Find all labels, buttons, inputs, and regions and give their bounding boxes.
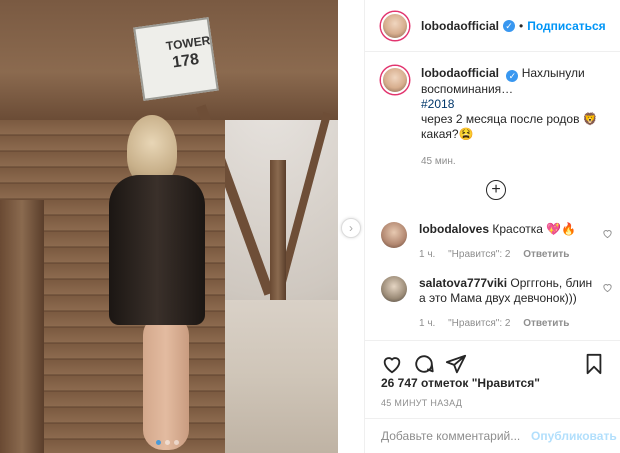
post-side-panel: lobodaofficial ✓ • Подписаться lobodaoff… [364,0,620,453]
photo-person [105,115,215,453]
like-button[interactable] [381,353,403,375]
share-button[interactable] [445,353,467,375]
person-legs [143,315,189,450]
carousel-dot [165,440,170,445]
comment-text: Красотка 💖🔥 [492,222,577,236]
post-actions-bar [365,340,620,375]
add-comment-bar: Опубликовать [365,418,620,453]
person-jacket [109,175,205,325]
comment-like-button[interactable] [601,282,613,294]
author-username[interactable]: lobodaofficial [421,19,499,33]
caption-line2: через 2 месяца после родов 🦁 [421,112,598,126]
photo-post [270,160,286,300]
chevron-right-icon: › [349,221,353,235]
comment-likes[interactable]: "Нравится": 2 [448,318,510,329]
share-icon [445,354,467,374]
verified-icon: ✓ [503,19,515,32]
caption-username[interactable]: lobodaofficial [421,66,499,80]
comment-reply-button[interactable]: Ответить [523,249,569,260]
plus-circle-icon: + [491,181,501,198]
comment-username[interactable]: salatova777viki [419,276,507,290]
comment-reply-button[interactable]: Ответить [523,318,569,329]
comment-avatar[interactable] [381,276,407,302]
carousel-dot-active [156,440,161,445]
comment-item: salatova777viki Оргггонь, блин а это Мам… [381,276,613,331]
comment-body: lobodaloves Красотка 💖🔥 1 ч. "Нравится":… [419,222,595,262]
post-photo[interactable]: TOWER 178 [0,0,338,453]
caption-text: lobodaofficial ✓ Нахлынули воспоминания…… [421,66,611,169]
header-separator: • [519,18,524,33]
post-timestamp[interactable]: 45 МИНУТ НАЗАД [381,398,462,408]
heart-icon [383,357,401,374]
load-more-comments-button[interactable]: + [486,180,506,200]
comment-likes[interactable]: "Нравится": 2 [448,249,510,260]
heart-icon [602,230,612,239]
post-caption: lobodaofficial ✓ Нахлынули воспоминания…… [381,66,611,169]
caption-avatar[interactable] [381,66,409,94]
comment-meta: 1 ч. "Нравится": 2 Ответить [419,316,595,331]
caption-line3: какая?😫 [421,127,474,141]
comment-meta: 1 ч. "Нравится": 2 Ответить [419,247,595,262]
sign-text-tower: TOWER [165,33,212,54]
heart-icon [602,284,612,293]
photo-post [0,200,44,453]
carousel-dot [174,440,179,445]
carousel-dots [156,440,179,445]
caption-hashtag[interactable]: #2018 [421,97,611,112]
verified-icon: ✓ [506,70,519,82]
comment-input[interactable] [381,429,531,443]
next-photo-button[interactable]: › [341,218,361,238]
sign-text-number: 178 [171,50,201,72]
publish-button[interactable]: Опубликовать [531,429,617,443]
comment-item: lobodaloves Красотка 💖🔥 1 ч. "Нравится":… [381,222,613,262]
post-header: lobodaofficial ✓ • Подписаться [365,0,620,52]
comment-time: 1 ч. [419,318,436,329]
comment-username[interactable]: lobodaloves [419,222,489,236]
bookmark-icon [586,353,602,375]
follow-button[interactable]: Подписаться [527,19,605,33]
comment-icon [415,355,434,373]
comment-like-button[interactable] [601,228,613,240]
likes-count[interactable]: 26 747 отметок "Нравится" [381,376,540,390]
caption-time: 45 мин. [421,156,456,167]
author-avatar[interactable] [381,11,409,40]
tower-sign: TOWER 178 [133,17,219,101]
comment-button[interactable] [413,353,435,375]
save-button[interactable] [583,353,605,375]
comment-body: salatova777viki Оргггонь, блин а это Мам… [419,276,595,331]
comment-avatar[interactable] [381,222,407,248]
comment-time: 1 ч. [419,249,436,260]
